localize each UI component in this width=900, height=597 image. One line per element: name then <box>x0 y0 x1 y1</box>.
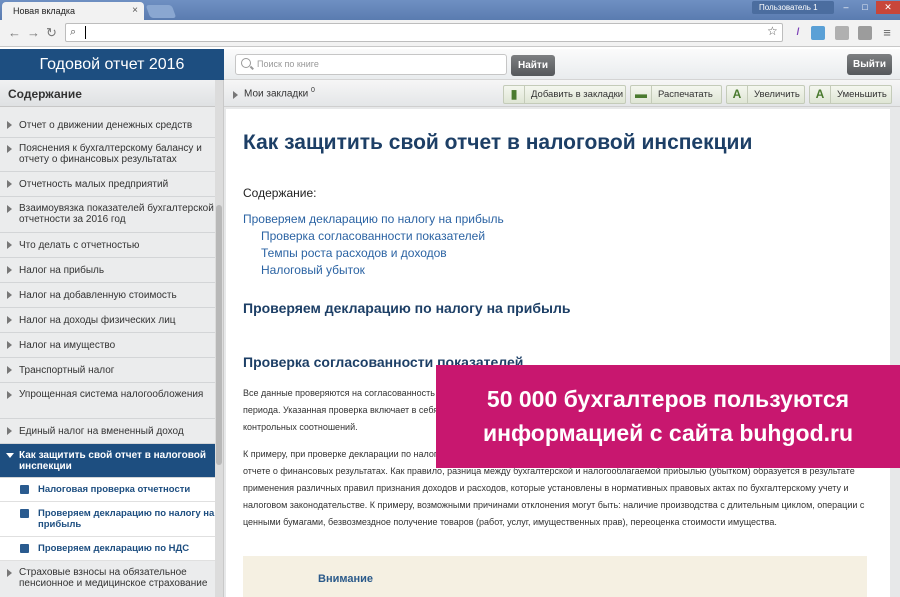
chevron-right-icon <box>7 266 12 274</box>
toc-title: Содержание: <box>243 186 317 200</box>
toc-link[interactable]: Темпы роста расходов и доходов <box>261 246 447 260</box>
chevron-down-icon <box>6 453 14 458</box>
search-button[interactable]: Найти <box>511 55 555 76</box>
search-icon <box>241 58 251 68</box>
forward-arrow-icon[interactable]: → <box>27 25 40 40</box>
chevron-right-icon <box>7 366 12 374</box>
drive-extension-icon[interactable] <box>858 26 872 40</box>
toc-link[interactable]: Проверяем декларацию по налогу на прибыл… <box>243 212 504 226</box>
toc-link[interactable]: Проверка согласованности показателей <box>261 229 485 243</box>
sidebar-item[interactable]: Отчетность малых предприятий <box>0 172 216 197</box>
search-placeholder: Поиск по книге <box>257 59 319 69</box>
browser-toolbar: ← → ↻ ⌕ ☆ / ≡ <box>0 20 900 47</box>
close-icon[interactable]: × <box>132 5 138 16</box>
article-page: Как защитить свой отчет в налоговой инсп… <box>226 109 890 597</box>
menu-icon[interactable]: ≡ <box>880 26 894 40</box>
attention-box: Внимание <box>243 556 867 597</box>
browser-tab-title: Новая вкладка <box>13 6 76 16</box>
promo-line: 50 000 бухгалтеров пользуются <box>486 386 850 412</box>
sidebar-subitem[interactable]: Налоговая проверка отчетности <box>0 478 216 502</box>
attention-title: Внимание <box>318 573 373 585</box>
sidebar-item[interactable]: Единый налог на вмененный доход <box>0 419 216 444</box>
bookmarks-link[interactable]: Мои закладки 0 <box>244 87 315 99</box>
printer-icon: ▬ <box>631 86 652 103</box>
sidebar-scrollbar[interactable] <box>215 80 223 597</box>
new-tab-button[interactable] <box>145 5 177 18</box>
chevron-right-icon <box>7 121 12 129</box>
font-large-icon: A <box>727 86 748 103</box>
sidebar-item-active[interactable]: Как защитить свой отчет в налоговой инсп… <box>0 444 216 478</box>
chevron-right-icon <box>7 180 12 188</box>
sidebar-item[interactable]: Налог на имущество <box>0 333 216 358</box>
app-title: Годовой отчет 2016 <box>0 49 224 80</box>
window-close-icon[interactable]: ✕ <box>876 1 900 14</box>
promo-banner: 50 000 бухгалтеров пользуются информацие… <box>436 365 900 468</box>
sidebar-item[interactable]: Налог на доходы физических лиц <box>0 308 216 333</box>
sidebar-item[interactable]: Налог на добавленную стоимость <box>0 283 216 308</box>
sidebar-item[interactable]: Страховые взносы на обязательное пенсион… <box>0 561 216 597</box>
app-topbar: Поиск по книге Найти Выйти <box>224 49 900 80</box>
sidebar-subitem[interactable]: Проверяем декларацию по НДС <box>0 537 216 561</box>
profile-button[interactable]: Пользователь 1 <box>752 1 834 14</box>
sidebar-item[interactable]: Пояснения к бухгалтерскому балансу и отч… <box>0 138 216 172</box>
sidebar: Содержание Отчет о движении денежных сре… <box>0 80 224 597</box>
maximize-icon[interactable]: □ <box>856 1 874 14</box>
chevron-right-icon <box>7 341 12 349</box>
sidebar-item[interactable]: Транспортный налог <box>0 358 216 383</box>
add-bookmark-button[interactable]: ▮ Добавить в закладки <box>503 85 626 104</box>
chevron-right-icon <box>7 145 12 153</box>
zoom-out-button[interactable]: A Уменьшить <box>809 85 892 104</box>
chevron-right-icon <box>7 291 12 299</box>
back-arrow-icon[interactable]: ← <box>8 25 21 40</box>
chevron-right-icon <box>7 391 12 399</box>
chevron-right-icon <box>7 427 12 435</box>
sidebar-subitem[interactable]: Проверяем декларацию по налогу на прибыл… <box>0 502 216 537</box>
reload-icon[interactable]: ↻ <box>46 25 57 41</box>
document-icon <box>20 485 29 494</box>
content-toolbar: Мои закладки 0 ▮ Добавить в закладки ▬ Р… <box>224 80 900 107</box>
sidebar-item[interactable]: Взаимоувязка показателей бухгалтерской о… <box>0 197 216 233</box>
sidebar-header: Содержание <box>0 80 216 107</box>
text-caret <box>85 26 86 39</box>
bookmark-star-icon[interactable]: ☆ <box>767 24 778 38</box>
logout-button[interactable]: Выйти <box>847 54 892 75</box>
sidebar-item[interactable]: Упрощенная система налогообложения <box>0 383 216 419</box>
zoom-in-button[interactable]: A Увеличить <box>726 85 805 104</box>
font-small-icon: A <box>810 86 831 103</box>
translate-extension-icon[interactable] <box>811 26 825 40</box>
chevron-right-icon <box>7 241 12 249</box>
sidebar-item[interactable]: Что делать с отчетностью <box>0 233 216 258</box>
toc-link[interactable]: Налоговый убыток <box>261 263 365 277</box>
promo-line: информацией с сайта buhgod.ru <box>482 420 854 446</box>
address-bar[interactable]: ⌕ <box>65 23 783 42</box>
chevron-right-icon <box>7 205 12 213</box>
search-input[interactable]: Поиск по книге <box>235 54 507 75</box>
content-area: Как защитить свой отчет в налоговой инсп… <box>224 107 900 597</box>
chevron-right-icon <box>7 569 12 577</box>
browser-tabstrip: Новая вкладка × Пользователь 1 – □ ✕ <box>0 0 900 20</box>
document-icon <box>20 544 29 553</box>
chevron-right-icon <box>233 91 238 99</box>
image-extension-icon[interactable] <box>835 26 849 40</box>
minimize-icon[interactable]: – <box>837 1 855 14</box>
article-title: Как защитить свой отчет в налоговой инсп… <box>243 131 753 154</box>
chevron-right-icon <box>7 316 12 324</box>
bookmarks-count: 0 <box>310 87 315 94</box>
document-icon <box>20 509 29 518</box>
pen-extension-icon[interactable]: / <box>791 26 805 40</box>
section-heading: Проверяем декларацию по налогу на прибыл… <box>243 300 571 316</box>
print-button[interactable]: ▬ Распечатать <box>630 85 722 104</box>
sidebar-item[interactable]: Налог на прибыль <box>0 258 216 283</box>
search-icon: ⌕ <box>70 26 77 38</box>
browser-tab[interactable]: Новая вкладка × <box>2 2 144 20</box>
scroll-thumb[interactable] <box>216 205 222 465</box>
sidebar-item[interactable]: Отчет о движении денежных средств <box>0 113 216 138</box>
bookmark-icon: ▮ <box>504 86 525 103</box>
